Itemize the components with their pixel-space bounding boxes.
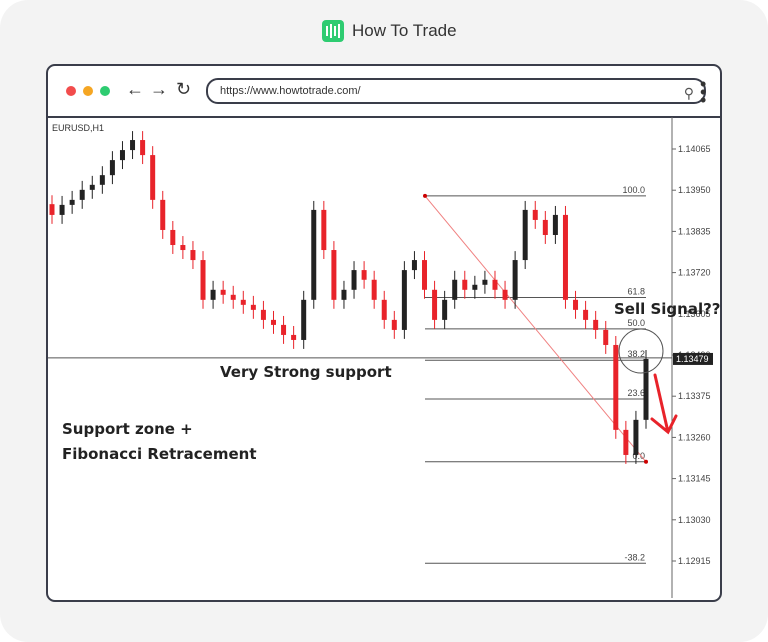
candle-body bbox=[240, 299, 246, 305]
fib-level-label: 50.0 bbox=[627, 318, 645, 328]
candle-body bbox=[573, 299, 579, 310]
candle-body bbox=[492, 279, 498, 290]
fib-level-label: 23.6 bbox=[627, 388, 645, 398]
candle-body bbox=[331, 250, 337, 300]
symbol-label: EURUSD,H1 bbox=[52, 123, 104, 133]
fib-level-label: 38.2 bbox=[627, 349, 645, 359]
candle-body bbox=[291, 334, 297, 340]
zone-annotation-line1: Support zone + bbox=[62, 420, 193, 438]
candle-body bbox=[391, 319, 397, 330]
candle-body bbox=[99, 175, 105, 185]
fib-level-label: -38.2 bbox=[624, 552, 645, 562]
candle-body bbox=[633, 419, 639, 455]
candle-body bbox=[583, 309, 589, 320]
candle-body bbox=[371, 279, 377, 300]
candle-body bbox=[301, 299, 307, 340]
candle-body bbox=[130, 140, 136, 151]
candle-body bbox=[230, 294, 236, 300]
fib-level-label: 61.8 bbox=[627, 286, 645, 296]
candle-body bbox=[200, 260, 206, 300]
candle-body bbox=[552, 214, 558, 235]
candle-body bbox=[270, 319, 276, 325]
y-tick-label: 1.12915 bbox=[678, 556, 711, 566]
candle-body bbox=[190, 250, 196, 261]
candle-body bbox=[613, 344, 619, 430]
candle-body bbox=[180, 245, 186, 251]
sell-signal-annotation: Sell Signal?? bbox=[614, 300, 721, 318]
candle-body bbox=[150, 155, 156, 200]
candlestick-chart: EURUSD,H1 1.14065 1.13950 1.13835 1.13720 1.… bbox=[48, 117, 721, 598]
y-tick-label: 1.14065 bbox=[678, 144, 711, 154]
y-tick-label: 1.13375 bbox=[678, 391, 711, 401]
candle-body bbox=[170, 229, 176, 246]
candle-body bbox=[422, 260, 428, 290]
candle-body bbox=[593, 319, 599, 330]
candle-body bbox=[401, 270, 407, 330]
y-tick-label: 1.13835 bbox=[678, 226, 711, 236]
candle-body bbox=[341, 289, 347, 300]
candle-body bbox=[89, 184, 95, 190]
y-tick-label: 1.13260 bbox=[678, 432, 711, 442]
candle-body bbox=[542, 219, 548, 235]
candle-body bbox=[562, 214, 568, 300]
candle-body bbox=[502, 289, 508, 300]
candle-body bbox=[281, 324, 287, 335]
candle-body bbox=[603, 329, 609, 345]
candle-body bbox=[109, 160, 115, 176]
candle-body bbox=[250, 304, 256, 310]
candle-body bbox=[79, 189, 85, 200]
candle-body bbox=[351, 270, 357, 290]
candle-body bbox=[210, 289, 216, 300]
support-annotation: Very Strong support bbox=[220, 363, 392, 381]
candle-body bbox=[119, 150, 125, 161]
candle-body bbox=[59, 204, 65, 215]
candle-body bbox=[472, 284, 478, 290]
candle-body bbox=[411, 260, 417, 271]
current-price-label: 1.13479 bbox=[676, 354, 709, 364]
candle-body bbox=[140, 140, 146, 156]
candle-body bbox=[361, 270, 367, 280]
candle-body bbox=[260, 309, 266, 320]
candle-body bbox=[623, 429, 629, 455]
y-tick-label: 1.13145 bbox=[678, 474, 711, 484]
candle-body bbox=[452, 279, 458, 300]
zone-annotation-line2: Fibonacci Retracement bbox=[62, 445, 257, 463]
candle-body bbox=[432, 289, 438, 320]
candle-body bbox=[69, 199, 75, 205]
candle-body bbox=[462, 279, 468, 290]
candle-body bbox=[482, 279, 488, 285]
fib-anchor-low bbox=[644, 459, 648, 464]
y-tick-label: 1.13950 bbox=[678, 185, 711, 195]
candle-body bbox=[311, 209, 317, 300]
candle-body bbox=[49, 204, 55, 215]
candle-body bbox=[442, 299, 448, 320]
fib-anchor-high bbox=[423, 193, 427, 198]
candle-body bbox=[522, 209, 528, 261]
candle-body bbox=[532, 209, 538, 220]
candle-body bbox=[381, 299, 387, 320]
candle-body bbox=[643, 358, 649, 420]
fib-level-label: 100.0 bbox=[622, 185, 645, 195]
candle-body bbox=[512, 260, 518, 300]
candle-body bbox=[220, 289, 226, 295]
y-tick-label: 1.13030 bbox=[678, 515, 711, 525]
candle-body bbox=[321, 209, 327, 251]
y-tick-label: 1.13720 bbox=[678, 268, 711, 278]
candle-body bbox=[160, 199, 166, 230]
